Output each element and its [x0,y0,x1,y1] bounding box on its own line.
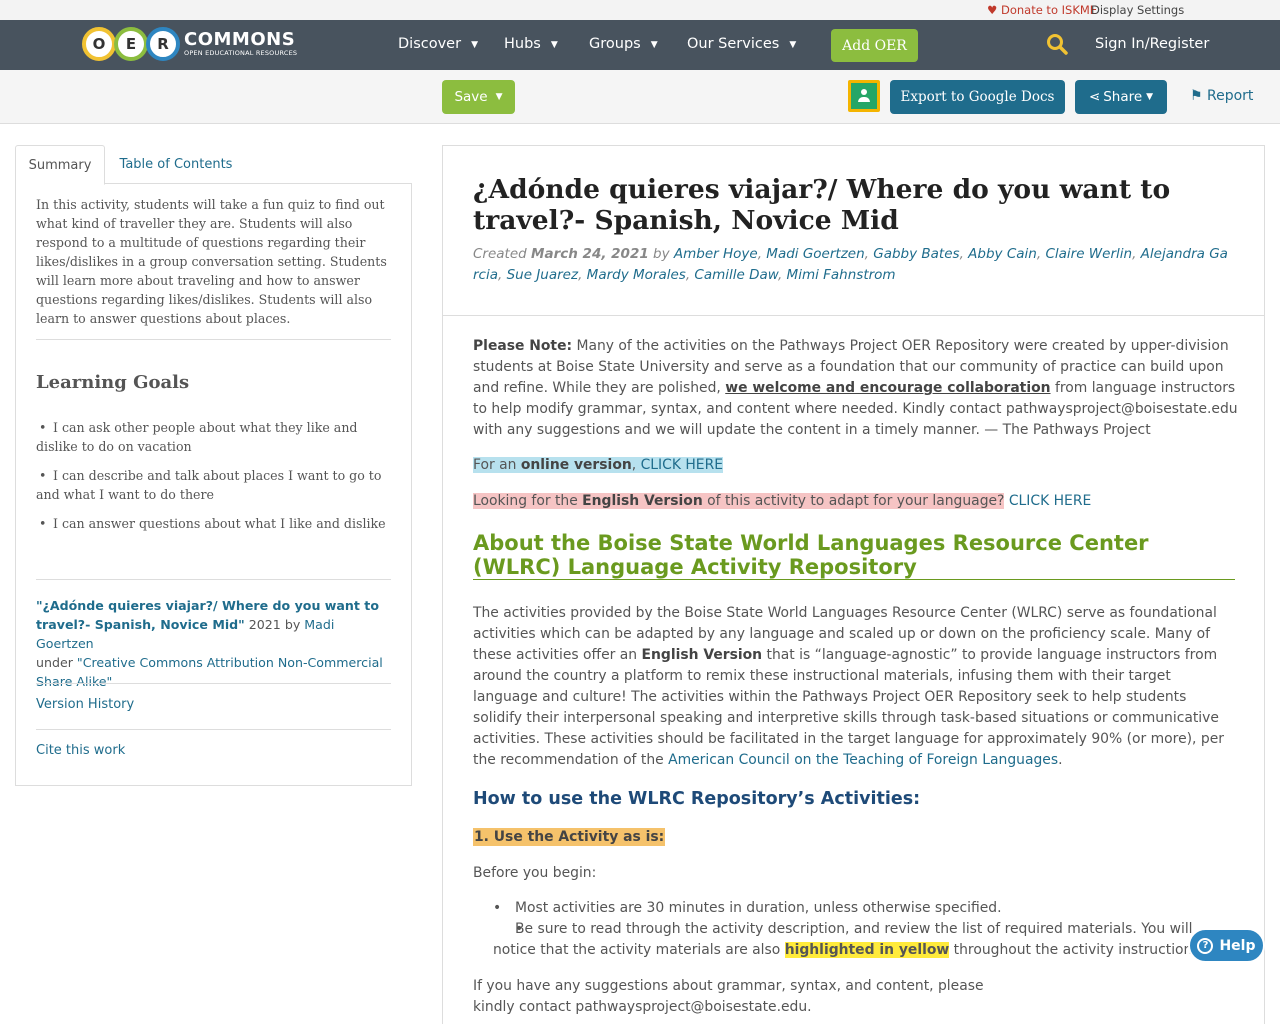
please-note-paragraph: Please Note: Many of the activities on t… [473,338,1238,438]
list-item: • I can describe and talk about places I … [36,468,382,502]
cite-this-work-link[interactable]: Cite this work [36,743,125,758]
before-you-begin: Before you begin: [473,865,597,881]
author-link[interactable]: Sue Juarez [507,267,578,283]
learning-goals-list: • I can ask other people about what they … [36,418,392,543]
add-oer-button[interactable]: Add OER [831,29,918,62]
save-button[interactable]: Save ▼ [442,80,515,114]
resource-meta: Created March 24, 2021 by Amber Hoye, Ma… [473,246,1228,283]
english-version-line: Looking for the English Version of this … [473,493,1092,509]
logo-letter-e: E [114,27,148,61]
oer-commons-logo[interactable]: O E R COMMONS OPEN EDUCATIONAL RESOURCES [82,26,297,62]
utility-bar: ♥ Donate to ISKME Display Settings [0,0,1280,20]
export-google-docs-button[interactable]: Export to Google Docs [890,80,1065,114]
share-icon: ⋖ [1088,89,1101,105]
author-link[interactable]: Madi Goertzen [766,246,864,262]
page-title: ¿Adónde quieres viajar?/ Where do you wa… [473,174,1171,236]
logo-wordmark: COMMONS OPEN EDUCATIONAL RESOURCES [184,29,298,58]
divider [36,729,391,730]
sidebar-panel: In this activity, students will take a f… [15,183,412,786]
question-icon: ? [1197,937,1214,954]
tab-table-of-contents[interactable]: Table of Contents [115,145,237,184]
learning-goals-heading: Learning Goals [36,372,190,393]
nav-groups[interactable]: Groups ▼ [589,36,658,52]
report-link[interactable]: ⚑ Report [1190,88,1253,104]
attribution: "¿Adónde quieres viajar?/ Where do you w… [36,598,383,689]
sidebar-tabs: Summary Table of Contents [15,145,412,185]
about-heading: About the Boise State World Languages Re… [473,531,1235,580]
help-button[interactable]: ? Help [1188,928,1265,963]
nav-discover[interactable]: Discover ▼ [398,36,478,52]
list-item: • Be sure to read through the activity de… [493,921,1205,958]
share-button[interactable]: ⋖ Share ▼ [1075,80,1167,114]
nav-our-services[interactable]: Our Services ▼ [687,36,796,52]
main-navbar: O E R COMMONS OPEN EDUCATIONAL RESOURCES… [0,20,1280,70]
logo-letter-r: R [146,27,180,61]
collaboration-link[interactable]: we welcome and encourage collaboration [725,380,1050,396]
sign-in-link[interactable]: Sign In/Register [1095,36,1209,52]
nav-hubs[interactable]: Hubs ▼ [504,36,558,52]
chevron-down-icon: ▼ [550,40,558,50]
list-item: • I can answer questions about what I lik… [39,516,386,531]
online-version-line: For an online version, CLICK HERE [473,457,724,473]
chevron-down-icon: ▼ [471,40,478,50]
heart-icon: ♥ [987,3,998,17]
english-version-link[interactable]: CLICK HERE [1009,493,1091,509]
google-classroom-icon[interactable] [848,80,880,112]
chevron-down-icon: ▼ [495,92,503,102]
list-item: • I can ask other people about what they … [36,420,358,454]
summary-text: In this activity, students will take a f… [36,197,387,326]
divider [36,683,391,684]
divider [36,579,391,580]
before-list: • Most activities are 30 minutes in durat… [493,898,1238,961]
author-link[interactable]: Abby Cain [968,246,1037,262]
tab-summary[interactable]: Summary [15,145,105,185]
display-settings-link[interactable]: Display Settings [1091,3,1184,17]
actfl-link[interactable]: American Council on the Teaching of Fore… [668,752,1058,768]
use-as-is-label: 1. Use the Activity as is: [473,828,666,846]
author-link[interactable]: Mardy Morales [587,267,686,283]
about-paragraph: The activities provided by the Boise Sta… [473,605,1224,768]
divider [443,315,1264,316]
chevron-down-icon: ▼ [650,40,658,50]
author-link[interactable]: Mimi Fahnstrom [787,267,896,283]
author-link[interactable]: Claire Werlin [1045,246,1132,262]
chevron-down-icon: ▼ [789,40,797,50]
search-icon[interactable] [1046,33,1068,55]
donate-link[interactable]: ♥ Donate to ISKME [987,3,1097,17]
author-link[interactable]: Gabby Bates [873,246,959,262]
list-item: • Most activities are 30 minutes in durat… [493,900,1002,916]
author-link[interactable]: Camille Daw [694,267,778,283]
how-to-heading: How to use the WLRC Repository’s Activit… [473,789,921,809]
logo-letter-o: O [82,27,116,61]
resource-content: ¿Adónde quieres viajar?/ Where do you wa… [442,145,1265,1024]
divider [36,339,391,340]
online-version-link[interactable]: CLICK HERE [641,457,723,473]
author-link[interactable]: Amber Hoye [674,246,758,262]
version-history-link[interactable]: Version History [36,697,134,712]
suggestions-paragraph: If you have any suggestions about gramma… [473,978,984,1015]
flag-icon: ⚑ [1190,88,1203,104]
resource-toolbar: Save ▼ Export to Google Docs ⋖ Share ▼ ⚑ Re… [0,70,1280,124]
chevron-down-icon: ▼ [1146,92,1154,102]
